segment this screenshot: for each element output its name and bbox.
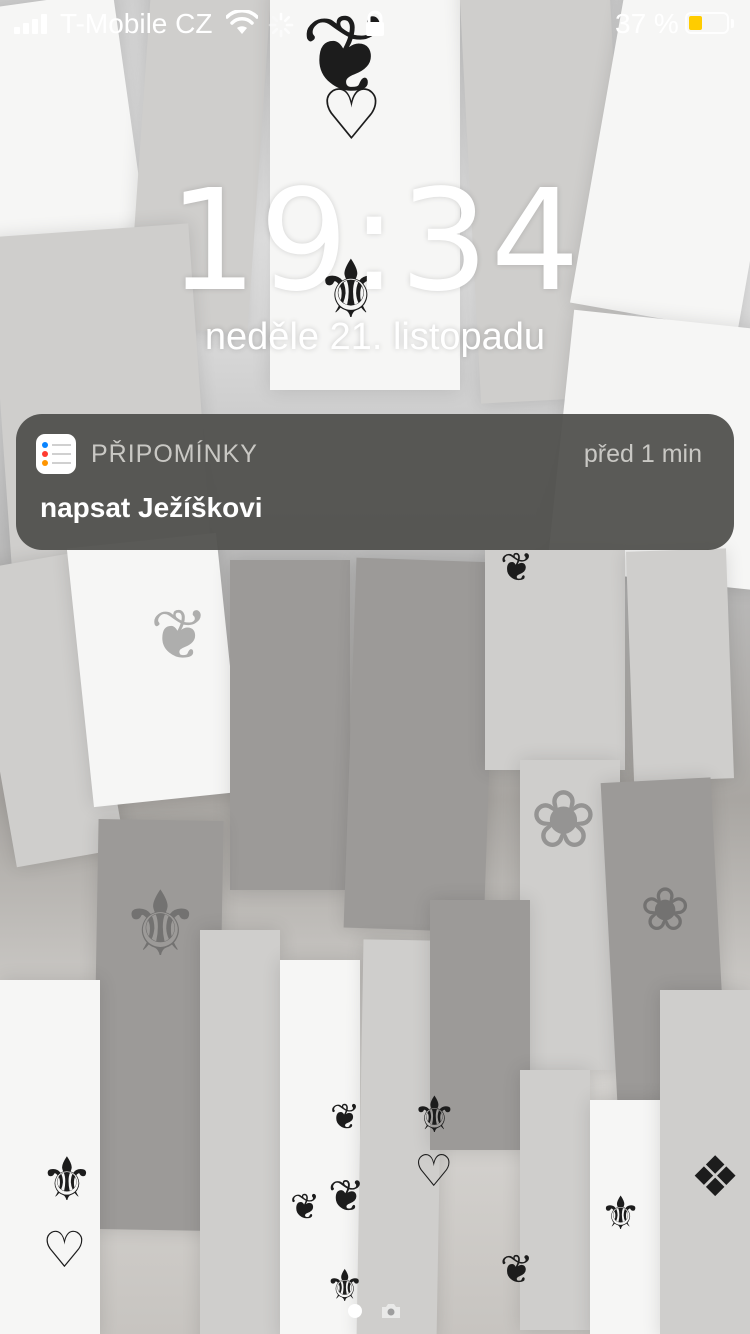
orientation-lock-icon <box>366 10 384 36</box>
folk-tulip-ornament-icon: ⚜ <box>412 1086 457 1144</box>
page-dot <box>348 1304 362 1318</box>
folk-ornament-icon: ❀ <box>530 773 598 866</box>
lock-screen-time: 19:34 <box>168 160 582 323</box>
folk-ornament-icon: ❦ <box>330 1097 361 1138</box>
folk-ornament-icon: ❦ <box>290 1187 321 1228</box>
notification-time: před 1 min <box>583 440 702 468</box>
notification-body: napsat Ježíškovi <box>40 492 263 523</box>
folk-heart-ornament-icon: ♡ <box>42 1221 87 1279</box>
reminders-icon <box>36 434 76 474</box>
folk-tulip-ornament-icon: ⚜ <box>600 1186 642 1240</box>
folk-heart-ornament-icon: ♡ <box>320 74 383 156</box>
folk-heart-ornament-icon: ♡ <box>414 1146 454 1197</box>
activity-spinner-icon <box>268 12 294 38</box>
battery-level-fill <box>689 16 702 30</box>
folk-ornament-icon: ❦ <box>500 1247 534 1293</box>
signal-icon <box>14 14 47 34</box>
folk-ornament-icon: ⚜ <box>120 872 201 977</box>
battery-percentage: 37 % <box>615 8 679 39</box>
folk-tulip-ornament-icon: ⚜ <box>40 1145 94 1215</box>
status-bar: T-Mobile CZ 37 % <box>0 0 750 50</box>
page-indicator <box>0 1302 750 1320</box>
folk-ornament-icon: ❦ <box>328 1171 365 1222</box>
folk-ornament-icon: ❦ <box>150 594 209 676</box>
carrier-name: T-Mobile CZ <box>60 8 213 39</box>
notification-app-name: PŘIPOMÍNKY <box>91 440 258 468</box>
folk-ornament-icon: ❀ <box>640 875 691 945</box>
folk-ornament-icon: ❖ <box>690 1145 741 1210</box>
battery-tip <box>731 19 734 28</box>
folk-ornament-icon: ❦ <box>500 545 534 591</box>
camera-icon[interactable] <box>380 1302 402 1320</box>
battery-icon <box>685 12 729 34</box>
wifi-icon <box>226 10 258 34</box>
lock-screen-date: neděle 21. listopadu <box>204 316 546 358</box>
lock-screen: ❦ ♡ ⚜ ❦ ❦ ❀ ⚜ ❀ ⚜ ♡ ⚜ ♡ ❦ ❦ ❖ ⚜ ⚜ ❦ ❦ T-… <box>0 0 750 1334</box>
notification-card[interactable]: PŘIPOMÍNKY před 1 min napsat Ježíškovi <box>16 414 734 550</box>
